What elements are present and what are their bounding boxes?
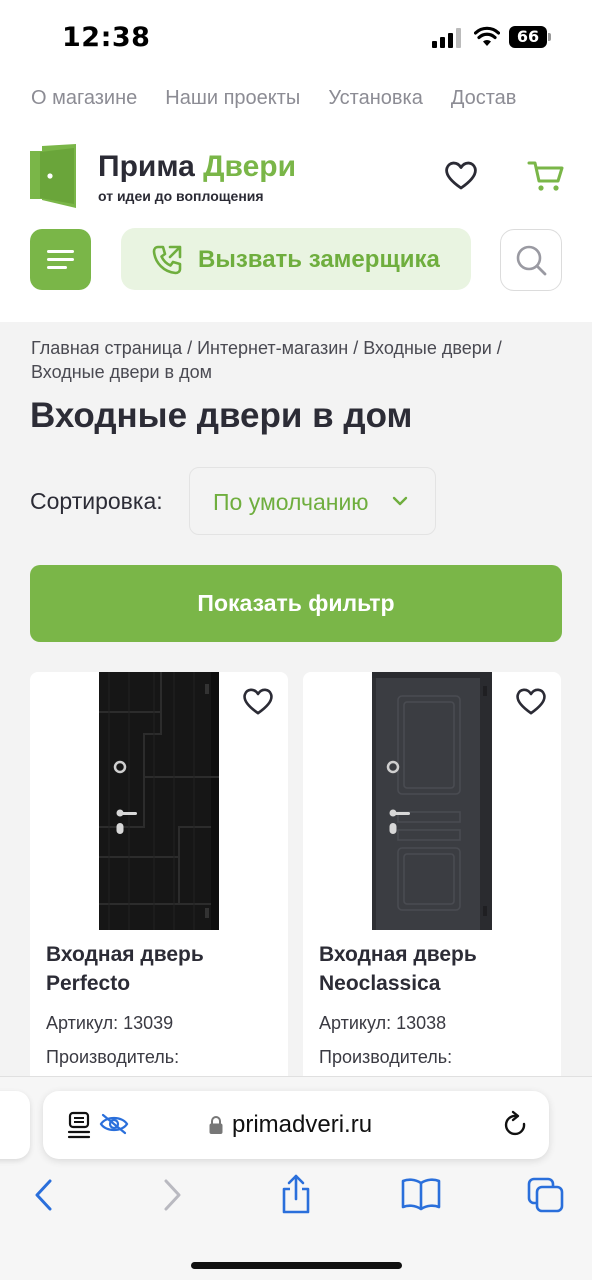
top-nav-delivery[interactable]: Достав <box>451 87 517 109</box>
reload-icon[interactable] <box>502 1110 530 1140</box>
address-bar[interactable]: primadveri.ru <box>43 1091 549 1159</box>
product-sku: Артикул: 13039 <box>46 1013 174 1033</box>
product-manufacturer: Производитель: <box>319 1047 453 1067</box>
bookmarks-icon[interactable] <box>401 1177 441 1211</box>
top-nav: О магазине Наши проекты Установка Достав <box>31 87 544 110</box>
search-button[interactable] <box>500 229 562 291</box>
search-icon <box>516 245 547 276</box>
back-icon[interactable] <box>32 1177 56 1213</box>
chevron-down-icon <box>392 496 408 506</box>
product-card[interactable]: Входная дверь Perfecto Артикул: 13039 Пр… <box>30 672 288 1092</box>
share-icon[interactable] <box>280 1173 312 1215</box>
status-time: 12:38 <box>62 22 151 53</box>
product-sku: Артикул: 13038 <box>319 1013 447 1033</box>
product-name[interactable]: Входная дверь Perfecto <box>46 940 276 998</box>
door-image-perfecto <box>99 672 219 930</box>
signal-icon <box>432 28 461 48</box>
door-image-neoclassica <box>372 672 492 930</box>
browser-toolbar: primadveri.ru <box>0 1076 592 1280</box>
breadcrumb[interactable]: Главная страница / Интернет-магазин / Вх… <box>31 336 566 384</box>
heart-icon[interactable] <box>444 160 478 190</box>
wifi-icon <box>474 26 500 46</box>
home-indicator[interactable] <box>191 1262 402 1269</box>
reader-icon[interactable] <box>67 1111 93 1139</box>
heart-icon[interactable] <box>515 687 547 715</box>
hide-distractions-icon[interactable] <box>99 1113 129 1135</box>
product-card[interactable]: Входная дверь Neoclassica Артикул: 13038… <box>303 672 561 1092</box>
site-header: О магазине Наши проекты Установка Достав Пр… <box>0 70 592 322</box>
phone-icon <box>152 245 182 275</box>
call-measurer-button[interactable]: Вызвать замерщика <box>121 228 471 290</box>
product-name[interactable]: Входная дверь Neoclassica <box>319 940 549 998</box>
top-nav-installation[interactable]: Установка <box>328 87 423 109</box>
call-measurer-label: Вызвать замерщика <box>198 246 440 273</box>
cart-icon[interactable] <box>527 160 565 192</box>
product-manufacturer: Производитель: <box>46 1047 180 1067</box>
door-logo-icon <box>30 144 76 208</box>
forward-icon[interactable] <box>160 1177 184 1213</box>
top-nav-projects[interactable]: Наши проекты <box>165 87 300 109</box>
battery-level: 66 <box>509 26 547 48</box>
page-title: Входные двери в дом <box>30 396 413 435</box>
logo-tagline: от идеи до воплощения <box>98 188 264 204</box>
tabs-icon[interactable] <box>527 1177 565 1213</box>
logo-name: Прима Двери <box>98 150 297 183</box>
battery-icon: 66 <box>509 26 551 48</box>
show-filter-button[interactable]: Показать фильтр <box>30 565 562 642</box>
previous-tab[interactable] <box>0 1091 30 1159</box>
heart-icon[interactable] <box>242 687 274 715</box>
menu-button[interactable] <box>30 229 91 290</box>
url-text[interactable]: primadveri.ru <box>232 1111 372 1139</box>
sort-label: Сортировка: <box>30 488 163 514</box>
top-nav-about[interactable]: О магазине <box>31 87 137 109</box>
site-logo[interactable]: Прима Двери от идеи до воплощения <box>30 144 320 208</box>
lock-icon <box>209 1116 223 1134</box>
sort-select[interactable]: По умолчанию <box>189 467 436 535</box>
sort-value: По умолчанию <box>213 489 369 515</box>
status-bar: 12:38 66 <box>0 0 592 70</box>
